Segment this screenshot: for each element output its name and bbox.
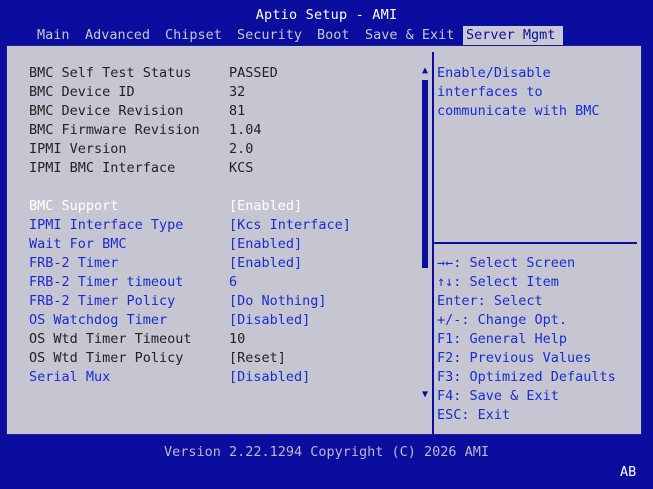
tab-bar: Main Advanced Chipset Security Boot Save… [0, 26, 653, 45]
tab-server-mgmt[interactable]: Server Mgmt [463, 26, 563, 45]
tab-boot[interactable]: Boot [314, 26, 353, 45]
setting-value[interactable]: [Kcs Interface] [229, 216, 351, 235]
version-footer: Version 2.22.1294 Copyright (C) 2026 AMI [163, 444, 490, 460]
info-value: PASSED [229, 65, 278, 81]
setting-label: OS Watchdog Timer [29, 312, 168, 328]
setting-value[interactable]: [Do Nothing] [229, 292, 327, 311]
info-label: IPMI BMC Interface [29, 160, 176, 176]
info-label: BMC Device ID [29, 84, 135, 100]
setting-value[interactable]: [Enabled] [229, 235, 302, 254]
info-value: 2.0 [229, 141, 254, 157]
info-value: KCS [229, 160, 254, 176]
key-f4: F4: Save & Exit [437, 388, 559, 404]
scroll-down-arrow-icon[interactable]: ▼ [419, 389, 431, 401]
setting-value: 10 [229, 331, 246, 347]
scroll-up-arrow-icon[interactable]: ▲ [419, 65, 431, 77]
key-select-item: ↑↓: Select Item [437, 274, 559, 290]
help-line: communicate with BMC [437, 103, 600, 119]
setting-label: BMC Support [29, 198, 119, 214]
key-esc: ESC: Exit [437, 407, 511, 423]
setting-value[interactable]: [Enabled] [229, 197, 302, 216]
info-label: BMC Firmware Revision [29, 122, 200, 138]
key-f1: F1: General Help [437, 331, 568, 347]
corner-code: AB [620, 464, 637, 480]
app-title: Aptio Setup - AMI [255, 7, 398, 23]
help-text: Enable/Disable interfaces to communicate… [437, 64, 600, 121]
key-select-screen: →←: Select Screen [437, 255, 576, 271]
tab-main[interactable]: Main [34, 26, 73, 45]
setting-label: Serial Mux [29, 369, 111, 385]
tab-advanced[interactable]: Advanced [82, 26, 153, 45]
help-line: Enable/Disable [437, 65, 551, 81]
key-f3: F3: Optimized Defaults [437, 369, 616, 385]
key-enter: Enter: Select [437, 293, 543, 309]
tab-save-exit[interactable]: Save & Exit [362, 26, 457, 45]
key-change-opt: +/-: Change Opt. [437, 312, 568, 328]
setting-label: Wait For BMC [29, 236, 127, 252]
setting-value[interactable]: [Enabled] [229, 254, 302, 273]
info-label: IPMI Version [29, 141, 127, 157]
info-label: BMC Device Revision [29, 103, 184, 119]
tab-security[interactable]: Security [234, 26, 305, 45]
scrollbar-thumb[interactable] [422, 80, 428, 268]
setting-value[interactable]: [Disabled] [229, 311, 310, 330]
setting-value[interactable]: 6 [229, 273, 237, 292]
info-value: 32 [229, 84, 246, 100]
setting-label: FRB-2 Timer Policy [29, 293, 176, 309]
help-divider [434, 242, 637, 244]
info-label: BMC Self Test Status [29, 65, 192, 81]
setting-label: OS Wtd Timer Policy [29, 350, 184, 366]
key-f2: F2: Previous Values [437, 350, 592, 366]
setting-label: OS Wtd Timer Timeout [29, 331, 192, 347]
info-value: 81 [229, 103, 246, 119]
setting-label: FRB-2 Timer timeout [29, 274, 184, 290]
setting-value: [Reset] [229, 350, 286, 366]
help-line: interfaces to [437, 84, 543, 100]
setting-label: FRB-2 Timer [29, 255, 119, 271]
info-value: 1.04 [229, 122, 262, 138]
setting-value[interactable]: [Disabled] [229, 368, 310, 387]
tab-chipset[interactable]: Chipset [162, 26, 225, 45]
key-legend: →←: Select Screen ↑↓: Select Item Enter:… [437, 254, 616, 425]
setting-label: IPMI Interface Type [29, 217, 184, 233]
